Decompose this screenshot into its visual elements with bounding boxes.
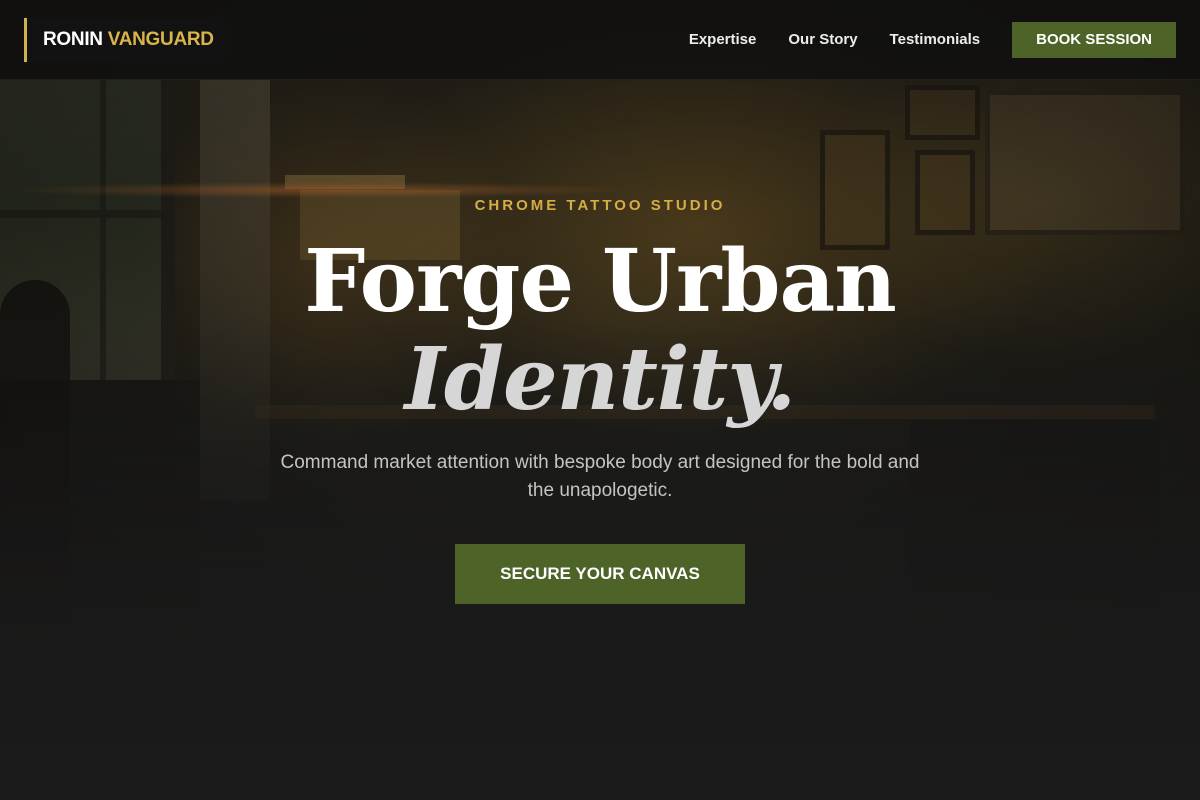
hero-section: CHROME TATTOO STUDIO Forge Urban Identit… — [0, 0, 1200, 800]
hero-headline-line2: Identity. — [404, 329, 797, 430]
nav-link-expertise[interactable]: Expertise — [689, 31, 757, 48]
logo-primary-text: RONIN — [43, 28, 103, 50]
logo-accent-text: VANGUARD — [107, 28, 214, 50]
nav-link-our-story[interactable]: Our Story — [788, 31, 857, 48]
hero-eyebrow: CHROME TATTOO STUDIO — [474, 197, 726, 214]
hero-content: CHROME TATTOO STUDIO Forge Urban Identit… — [0, 0, 1200, 800]
nav-link-testimonials[interactable]: Testimonials — [890, 31, 981, 48]
hero-headline-line1: Forge Urban — [304, 231, 897, 332]
hero-subtitle: Command market attention with bespoke bo… — [280, 452, 920, 501]
brand-logo[interactable]: RONIN VANGUARD — [24, 17, 229, 62]
secure-canvas-button[interactable]: SECURE YOUR CANVAS — [455, 544, 745, 604]
top-navbar: RONIN VANGUARD Expertise Our Story Testi… — [0, 0, 1200, 80]
nav-links: Expertise Our Story Testimonials BOOK SE… — [689, 21, 1176, 58]
book-session-button[interactable]: BOOK SESSION — [1012, 21, 1176, 58]
